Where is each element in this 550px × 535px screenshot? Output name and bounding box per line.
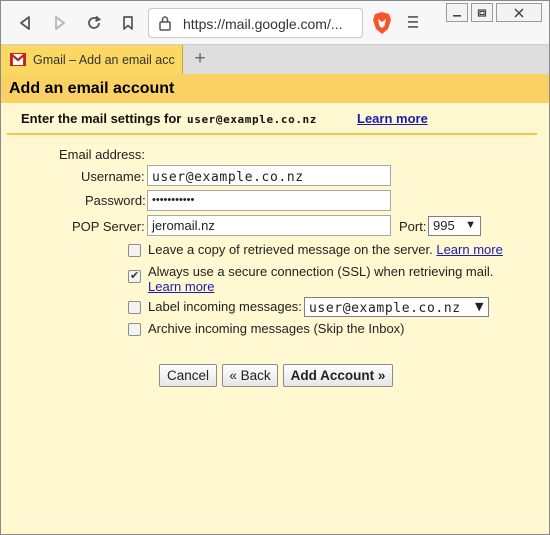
settings-label: Enter the mail settings for: [21, 111, 182, 126]
close-icon[interactable]: [496, 3, 542, 22]
dropdown-arrow-icon: ▼: [465, 219, 476, 231]
leave-copy-option: Leave a copy of retrieved message on the…: [148, 242, 503, 257]
label-incoming-select[interactable]: user@example.co.nz ▼: [304, 297, 489, 317]
cancel-button[interactable]: Cancel: [159, 364, 217, 387]
port-value: 995: [433, 218, 455, 233]
gmail-icon: [10, 53, 26, 69]
leave-copy-label: Leave a copy of retrieved message on the…: [148, 242, 433, 257]
pop-server-field[interactable]: jeromail.nz: [147, 215, 391, 236]
menu-icon[interactable]: [406, 11, 422, 33]
label-incoming-label: Label incoming messages:: [148, 299, 302, 314]
back-button[interactable]: « Back: [222, 364, 278, 387]
lock-icon: [158, 15, 172, 34]
tab-gmail[interactable]: Gmail – Add an email account: [1, 45, 183, 75]
settings-email: user@example.co.nz: [187, 113, 318, 126]
archive-checkbox[interactable]: [128, 323, 141, 336]
reload-icon[interactable]: [83, 12, 105, 34]
username-label: Username:: [81, 169, 145, 184]
browser-toolbar: https://mail.google.com/...: [1, 1, 549, 44]
brave-shield-icon[interactable]: [371, 11, 393, 38]
email-address-label: Email address:: [59, 147, 145, 162]
page-content: Add an email account Enter the mail sett…: [1, 74, 549, 534]
archive-label: Archive incoming messages (Skip the Inbo…: [148, 321, 405, 336]
password-field[interactable]: •••••••••••: [147, 190, 391, 211]
minimize-icon[interactable]: [446, 3, 468, 22]
restore-icon[interactable]: [471, 3, 493, 22]
address-bar[interactable]: https://mail.google.com/...: [148, 8, 363, 38]
ssl-label: Always use a secure connection (SSL) whe…: [148, 264, 494, 279]
leave-copy-checkbox[interactable]: [128, 244, 141, 257]
password-label: Password:: [85, 193, 146, 208]
ssl-checkbox[interactable]: ✔: [128, 270, 141, 283]
back-arrow-icon[interactable]: [14, 12, 36, 34]
checkmark-icon: ✔: [130, 270, 140, 282]
page-title: Add an email account: [1, 74, 549, 103]
browser-window: https://mail.google.com/... Gmail – Add …: [0, 0, 550, 535]
learn-more-link[interactable]: Learn more: [357, 111, 428, 126]
add-account-button[interactable]: Add Account »: [283, 364, 393, 387]
url-text: https://mail.google.com/...: [183, 16, 343, 32]
label-incoming-value: user@example.co.nz: [309, 301, 461, 316]
username-field[interactable]: user@example.co.nz: [147, 165, 391, 186]
pop-server-label: POP Server:: [72, 219, 145, 234]
port-label: Port:: [399, 219, 427, 234]
settings-header: Enter the mail settings for user@example…: [7, 103, 537, 135]
new-tab-button[interactable]: +: [190, 49, 210, 70]
port-select[interactable]: 995 ▼: [428, 216, 481, 236]
label-incoming-checkbox[interactable]: [128, 301, 141, 314]
tab-strip: Gmail – Add an email account +: [1, 44, 549, 75]
forward-arrow-icon[interactable]: [49, 12, 71, 34]
ssl-learn-more-link[interactable]: Learn more: [148, 279, 214, 294]
tab-title: Gmail – Add an email account: [33, 53, 175, 67]
dropdown-arrow-icon: ▼: [474, 300, 484, 313]
bookmark-icon[interactable]: [117, 12, 139, 34]
leave-copy-learn-more-link[interactable]: Learn more: [436, 242, 502, 257]
